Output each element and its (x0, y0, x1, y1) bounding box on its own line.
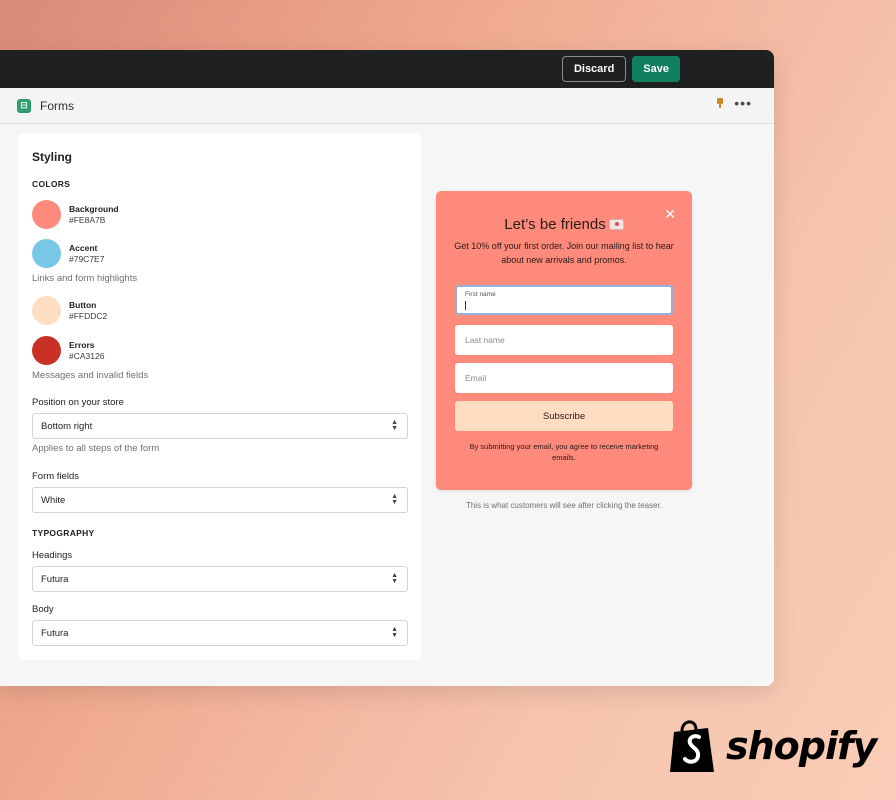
position-value: Bottom right (41, 420, 93, 432)
preview-caption: This is what customers will see after cl… (465, 501, 663, 510)
color-button[interactable]: Button #FFDDC2 (32, 296, 107, 325)
text-cursor (465, 301, 466, 310)
body-select[interactable]: Futura ▲ ▼ (32, 620, 408, 646)
love-letter-icon (608, 219, 624, 230)
button-swatch[interactable] (32, 296, 61, 325)
color-background[interactable]: Background #FE8A7B (32, 200, 119, 229)
last-name-field[interactable]: Last name (455, 325, 673, 355)
typography-heading: TYPOGRAPHY (32, 528, 95, 538)
color-accent[interactable]: Accent #79C7E7 (32, 239, 104, 268)
accent-swatch[interactable] (32, 239, 61, 268)
email-field[interactable]: Email (455, 363, 673, 393)
color-errors[interactable]: Errors #CA3126 (32, 336, 104, 365)
select-chevron-icon: ▲ ▼ (391, 419, 398, 432)
headings-select[interactable]: Futura ▲ ▼ (32, 566, 408, 592)
position-helper: Applies to all steps of the form (32, 443, 160, 454)
preview-heading-text: Let’s be friends (504, 216, 606, 233)
more-actions-icon[interactable]: ••• (734, 96, 752, 110)
shopping-bag-icon (670, 720, 714, 772)
app-window: Discard Save ⊟ Forms ••• Styling COLORS … (0, 50, 774, 686)
form-fields-label: Form fields (32, 471, 79, 482)
styling-panel: Styling COLORS Background #FE8A7B Accent… (18, 134, 421, 660)
color-hex: #FFDDC2 (69, 311, 108, 321)
preview-heading: Let’s be friends (436, 216, 692, 233)
panel-title: Styling (32, 150, 73, 164)
first-name-label: First name (465, 291, 496, 298)
discard-button[interactable]: Discard (561, 56, 627, 82)
color-name: Background (69, 204, 119, 214)
select-chevron-icon: ▲ ▼ (391, 626, 398, 639)
last-name-placeholder: Last name (465, 335, 505, 345)
accent-helper: Links and form highlights (32, 273, 138, 284)
first-name-field[interactable]: First name (455, 285, 673, 315)
background-swatch[interactable] (32, 200, 61, 229)
color-name: Accent (69, 243, 98, 253)
select-chevron-icon: ▲ ▼ (391, 493, 398, 506)
body-label: Body (32, 604, 54, 615)
errors-helper: Messages and invalid fields (32, 370, 149, 381)
position-label: Position on your store (32, 397, 124, 408)
app-title: Forms (40, 98, 74, 113)
brand-wordmark: shopify (726, 724, 877, 768)
legal-text: By submitting your email, you agree to r… (469, 442, 659, 462)
email-placeholder: Email (465, 373, 487, 383)
position-select[interactable]: Bottom right ▲ ▼ (32, 413, 408, 439)
color-hex: #CA3126 (69, 351, 105, 361)
top-bar: Discard Save (0, 50, 774, 88)
color-hex: #FE8A7B (69, 215, 106, 225)
color-hex: #79C7E7 (69, 254, 105, 264)
form-fields-value: White (41, 494, 66, 506)
headings-label: Headings (32, 550, 73, 561)
app-header: ⊟ Forms ••• (0, 88, 774, 124)
save-button[interactable]: Save (632, 56, 680, 82)
body-value: Futura (41, 627, 69, 639)
errors-swatch[interactable] (32, 336, 61, 365)
signup-form-preview: ✕ Let’s be friends Get 10% off your firs… (436, 191, 692, 490)
shopify-logo: shopify (668, 718, 877, 774)
color-name: Button (69, 300, 97, 310)
select-chevron-icon: ▲ ▼ (391, 572, 398, 585)
headings-value: Futura (41, 573, 69, 585)
preview-subtext: Get 10% off your first order. Join our m… (454, 241, 674, 265)
colors-heading: COLORS (32, 179, 71, 189)
forms-app-icon: ⊟ (17, 98, 31, 113)
subscribe-button[interactable]: Subscribe (455, 401, 673, 431)
color-name: Errors (69, 340, 95, 350)
form-fields-select[interactable]: White ▲ ▼ (32, 487, 408, 513)
pin-icon[interactable] (716, 98, 724, 108)
